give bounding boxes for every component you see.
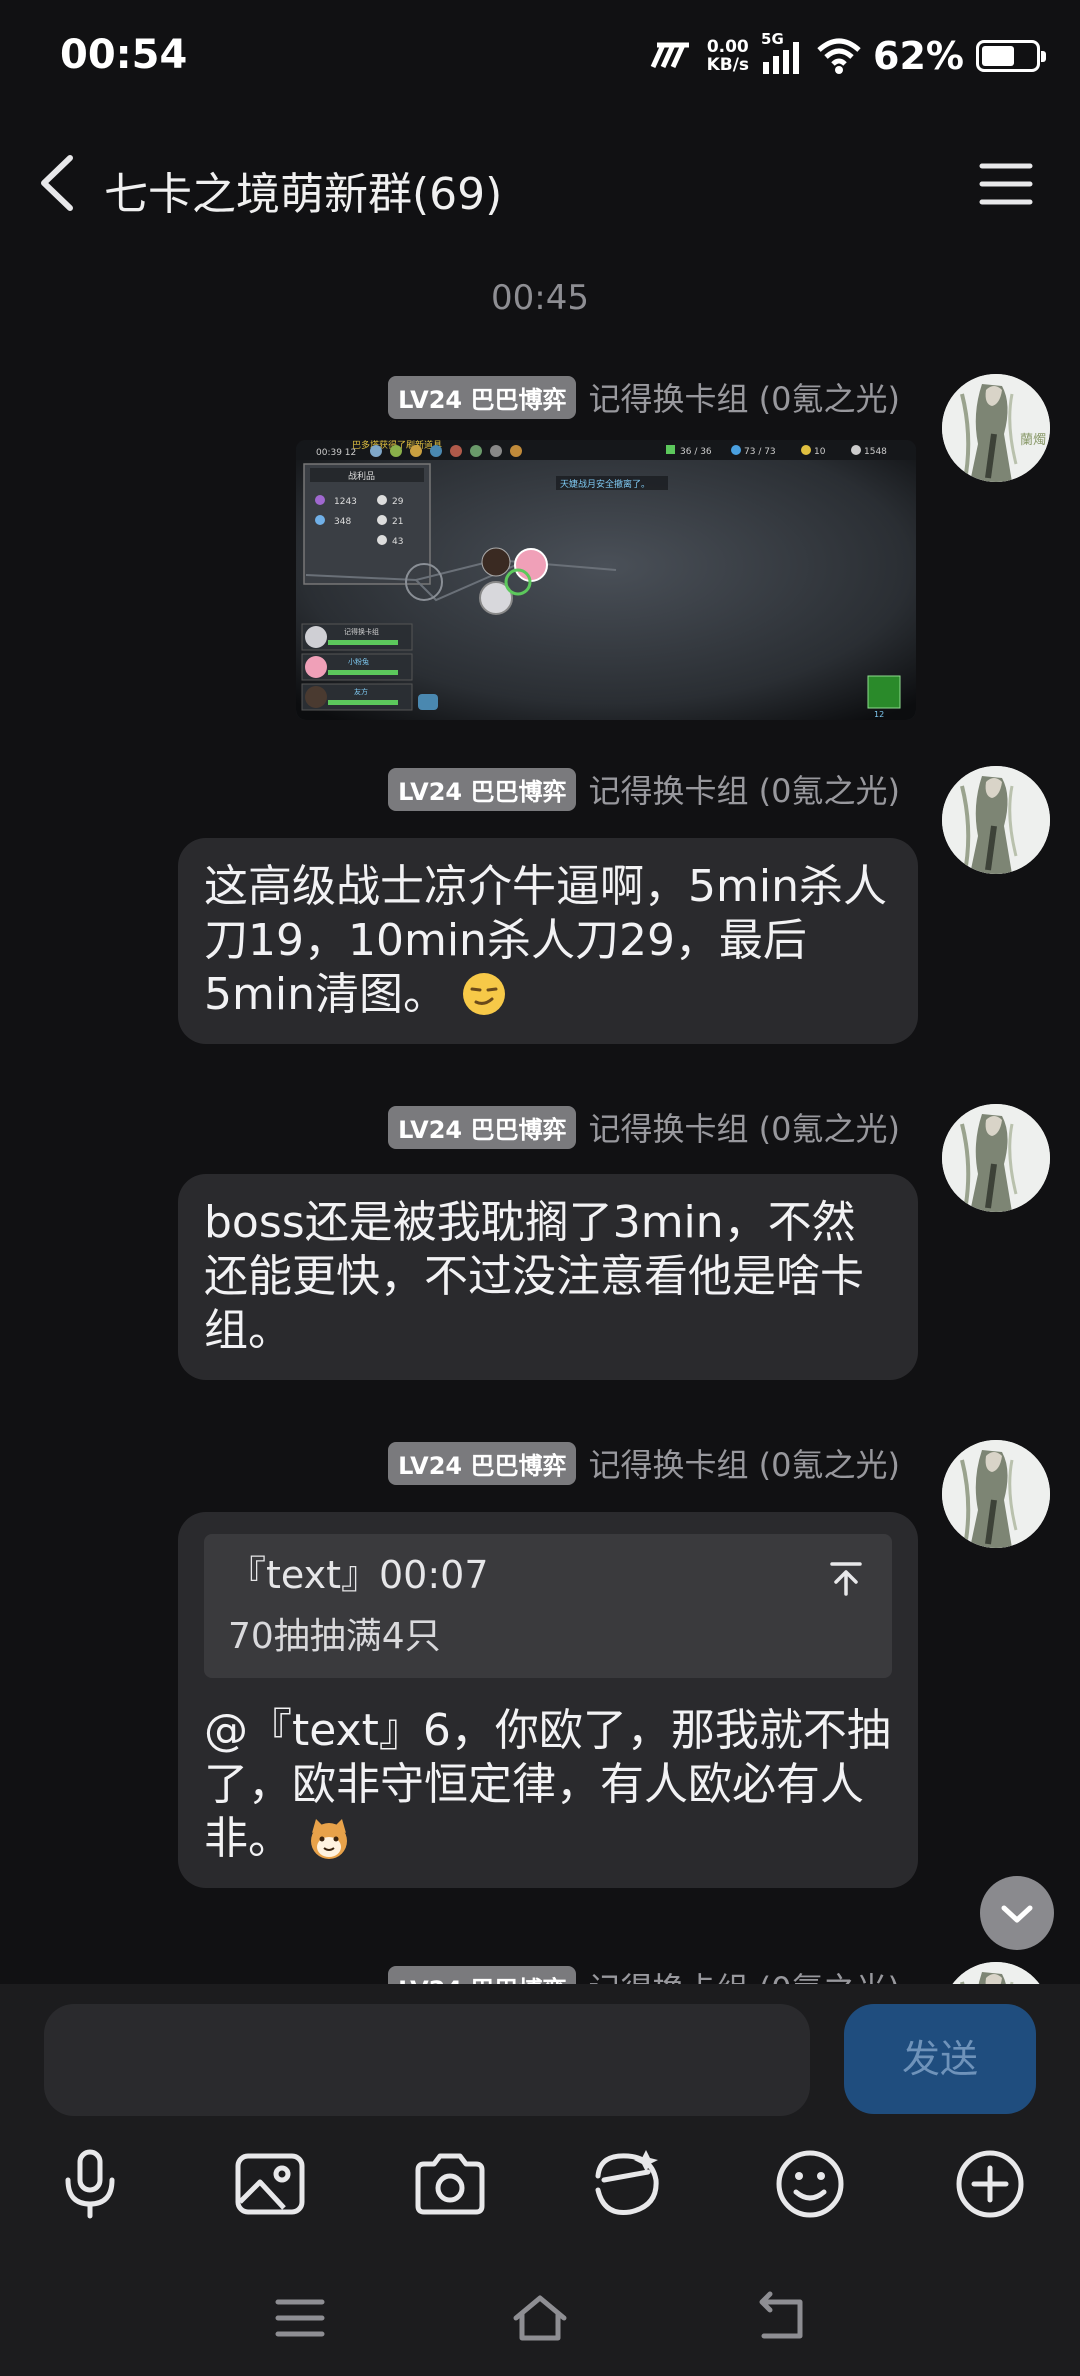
message-bubble[interactable]: 『text』00:07 70抽抽满4只 @『text』6，你欧了，那我就不抽了，…	[178, 1512, 918, 1888]
input-toolbar	[0, 2120, 1080, 2250]
back-button[interactable]	[30, 148, 90, 218]
game-loot-b: 29	[392, 497, 404, 507]
message-input[interactable]	[44, 2004, 810, 2116]
net-speed-unit: KB/s	[706, 55, 750, 75]
chat-title: 七卡之境萌新群(69)	[104, 169, 503, 220]
level-badge: LV24 巴巴博弈	[388, 767, 577, 811]
sender-name[interactable]: 记得换卡组 (0氪之光)	[588, 374, 900, 420]
quoted-message[interactable]: 『text』00:07 70抽抽满4只	[204, 1534, 892, 1678]
avatar[interactable]: 蘭燭	[942, 374, 1050, 482]
sticker-icon[interactable]	[590, 2146, 666, 2222]
scroll-to-bottom-button[interactable]	[980, 1876, 1054, 1950]
chevron-down-icon	[1001, 1905, 1033, 1923]
net-speed-value: 0.00	[706, 37, 749, 57]
status-bar: 00:54 0.00 KB/s 5G 62%	[0, 0, 1080, 120]
status-icons: 0.00 KB/s 5G 62%	[649, 30, 1046, 78]
level-badge: LV24 巴巴博弈	[388, 375, 577, 419]
sender-name[interactable]: 记得换卡组 (0氪之光)	[588, 766, 900, 812]
sender-row: LV24 巴巴博弈 记得换卡组 (0氪之光)	[388, 1440, 900, 1486]
level-badge: LV24 巴巴博弈	[388, 1441, 577, 1485]
chat-header: 七卡之境萌新群(69)	[0, 120, 1080, 250]
game-stat-1: 36 / 36	[680, 447, 712, 457]
game-screenshot-image[interactable]: 巴多塔获得了刷新道具 00:39 12 36 / 36 73 / 73 10 1…	[296, 440, 916, 720]
chevron-left-icon	[41, 155, 73, 211]
network-logo-icon	[650, 42, 689, 69]
smirk-emoji-icon	[462, 973, 505, 1015]
game-corner-count: 12	[874, 710, 884, 719]
jump-to-original-icon[interactable]	[826, 1558, 866, 1598]
game-timer: 00:39 12	[316, 448, 356, 458]
game-notice: 天婕战月安全撤离了。	[560, 478, 650, 490]
message-timestamp: 00:45	[491, 278, 589, 318]
game-stat-4: 1548	[864, 447, 887, 457]
camera-icon[interactable]	[412, 2146, 488, 2222]
recent-apps-icon[interactable]	[270, 2290, 330, 2346]
game-loot-c: 348	[334, 517, 351, 527]
message-text: boss还是被我耽搁了3min，不然还能更快，不过没注意看他是啥卡组。	[204, 1197, 864, 1356]
signal-icon: 5G	[761, 30, 805, 76]
game-player-2: 小粉兔	[348, 657, 369, 666]
message-bubble[interactable]: boss还是被我耽搁了3min，不然还能更快，不过没注意看他是啥卡组。	[178, 1174, 918, 1380]
game-loot-d: 21	[392, 517, 403, 527]
menu-button[interactable]	[976, 156, 1036, 212]
emoji-icon[interactable]	[772, 2146, 848, 2222]
microphone-icon[interactable]	[52, 2146, 128, 2222]
game-stat-3: 10	[814, 447, 826, 457]
battery-fill	[982, 46, 1015, 66]
sender-name[interactable]: 记得换卡组 (0氪之光)	[588, 1440, 900, 1486]
status-time: 00:54	[60, 32, 188, 78]
sender-row: LV24 巴巴博弈 记得换卡组 (0氪之光)	[388, 1104, 900, 1150]
send-button[interactable]: 发送	[844, 2004, 1036, 2114]
composer-bar: 发送	[0, 1984, 1080, 2120]
avatar[interactable]	[942, 1104, 1050, 1212]
sender-row: LV24 巴巴博弈 记得换卡组 (0氪之光)	[388, 374, 900, 420]
plus-icon[interactable]	[952, 2146, 1028, 2222]
game-panel-title: 战利品	[348, 470, 375, 482]
game-player-1: 记得换卡组	[344, 627, 379, 636]
wifi-icon	[817, 38, 861, 74]
system-nav-bar	[0, 2250, 1080, 2376]
level-badge: LV24 巴巴博弈	[388, 1105, 577, 1149]
image-icon[interactable]	[232, 2146, 308, 2222]
message-text: 这高级战士凉介牛逼啊，5min杀人刀19，10min杀人刀29，最后5min清图…	[204, 861, 887, 1020]
quote-header: 『text』00:07	[228, 1553, 489, 1597]
sender-name[interactable]: 记得换卡组 (0氪之光)	[588, 1104, 900, 1150]
shiba-emoji-icon	[311, 1819, 347, 1859]
message-bubble[interactable]: 这高级战士凉介牛逼啊，5min杀人刀19，10min杀人刀29，最后5min清图…	[178, 838, 918, 1044]
home-icon[interactable]	[510, 2290, 570, 2346]
avatar[interactable]	[942, 1440, 1050, 1548]
sender-row: LV24 巴巴博弈 记得换卡组 (0氪之光)	[388, 766, 900, 812]
battery-percent: 62%	[873, 34, 964, 78]
hamburger-icon	[979, 163, 1033, 205]
battery-icon	[976, 40, 1046, 72]
net-speed: 0.00 KB/s	[707, 38, 749, 74]
avatar-watermark: 蘭燭	[1020, 432, 1046, 448]
game-stat-2: 73 / 73	[744, 447, 776, 457]
quote-body: 70抽抽满4只	[228, 1616, 441, 1657]
game-player-3: 友方	[354, 687, 368, 696]
back-nav-icon[interactable]	[750, 2290, 810, 2346]
avatar[interactable]	[942, 766, 1050, 874]
game-loot-e: 43	[392, 537, 403, 547]
game-loot-a: 1243	[334, 497, 357, 507]
